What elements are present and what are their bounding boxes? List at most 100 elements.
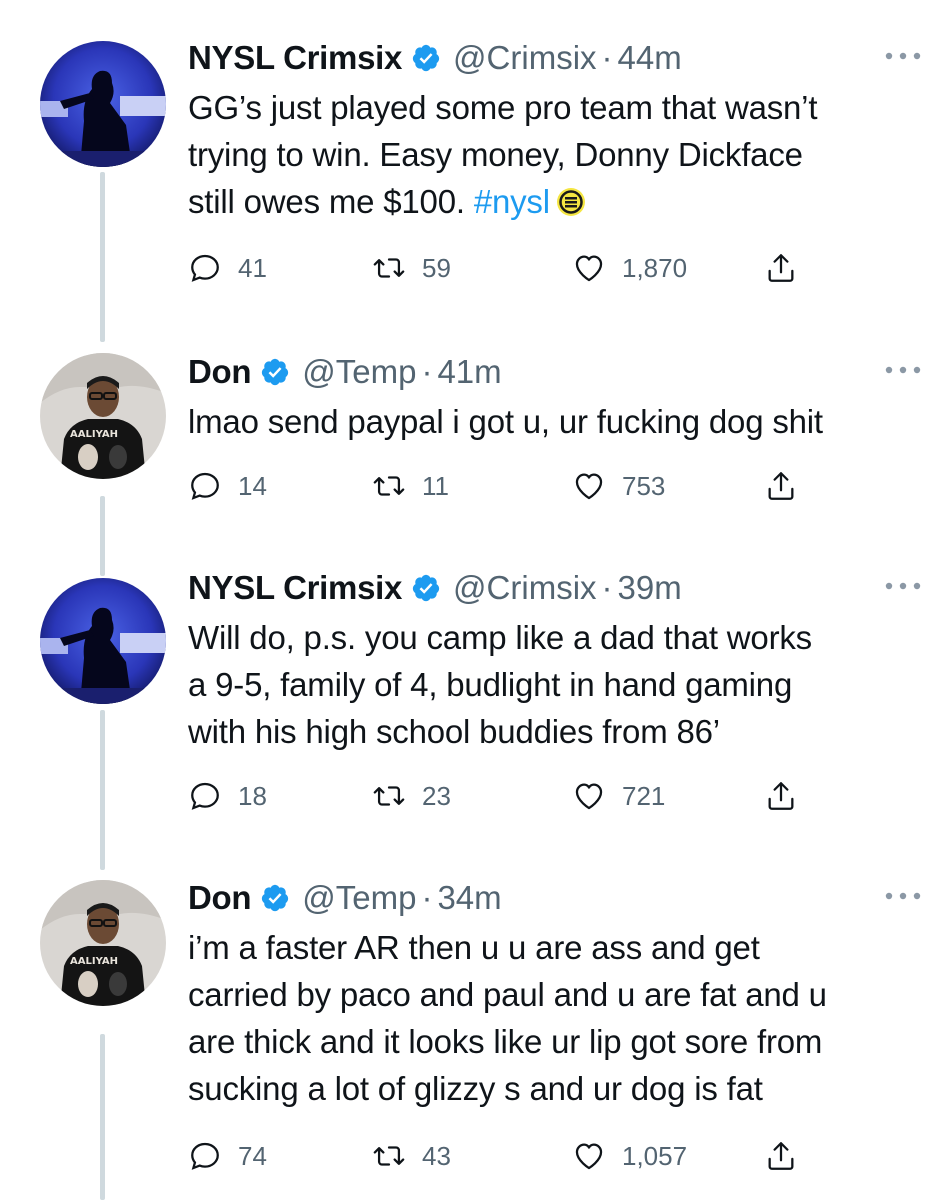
reply-count: 74 <box>238 1140 267 1171</box>
reply-button[interactable]: 18 <box>188 776 267 816</box>
timestamp[interactable]: 39m <box>618 569 682 607</box>
user-handle[interactable]: @Temp <box>302 353 416 391</box>
retweet-icon <box>372 469 406 503</box>
more-options-icon[interactable] <box>883 576 923 596</box>
reply-icon <box>188 1139 222 1173</box>
share-button[interactable] <box>764 466 798 506</box>
tweet-header: Don @Temp · 34m <box>188 874 931 922</box>
reply-count: 14 <box>238 470 267 501</box>
like-icon <box>572 779 606 813</box>
separator-dot: · <box>601 39 613 76</box>
more-options-icon[interactable] <box>883 886 923 906</box>
conversation-thread: NYSL Crimsix @Crimsix · 44m GG’s just pl… <box>0 0 951 1200</box>
tweet-text-line: Will do, p.s. you camp like a dad that w… <box>188 619 812 656</box>
tweet-actions: 14 11 753 <box>188 466 828 506</box>
retweet-button[interactable]: 43 <box>372 1136 451 1176</box>
share-icon <box>764 469 798 503</box>
tweet-header: Don @Temp · 41m <box>188 348 931 396</box>
share-button[interactable] <box>764 248 798 288</box>
tweet-text-line: trying to win. Easy money, Donny Dickfac… <box>188 136 803 173</box>
user-handle[interactable]: @Temp <box>302 879 416 917</box>
reply-count: 18 <box>238 780 267 811</box>
hashtag-link[interactable]: #nysl <box>474 183 550 220</box>
like-icon <box>572 251 606 285</box>
like-button[interactable]: 1,057 <box>572 1136 687 1176</box>
verified-badge-icon <box>260 883 290 913</box>
retweet-icon <box>372 251 406 285</box>
reply-count: 41 <box>238 252 267 283</box>
avatar[interactable]: AALIYAH <box>40 880 166 1006</box>
timestamp[interactable]: 44m <box>618 39 682 77</box>
like-count: 1,057 <box>622 1140 688 1171</box>
tweet[interactable]: AALIYAH Don @Temp · 41m lmao send paypal… <box>0 330 951 570</box>
retweet-count: 23 <box>422 780 451 811</box>
reply-button[interactable]: 74 <box>188 1136 267 1176</box>
tweet-text-line: lmao send paypal i got u, ur fucking dog… <box>188 403 823 440</box>
timestamp[interactable]: 34m <box>437 879 501 917</box>
retweet-button[interactable]: 23 <box>372 776 451 816</box>
separator-dot: · <box>421 879 433 916</box>
tweet-text: Will do, p.s. you camp like a dad that w… <box>188 614 931 755</box>
separator-dot: · <box>601 569 613 606</box>
tweet-text: GG’s just played some pro team that wasn… <box>188 84 931 225</box>
avatar[interactable]: AALIYAH <box>40 353 166 479</box>
retweet-button[interactable]: 59 <box>372 248 451 288</box>
more-options-icon[interactable] <box>883 360 923 380</box>
reply-button[interactable]: 41 <box>188 248 267 288</box>
tweet-text-line: carried by paco and paul and u are fat a… <box>188 976 827 1013</box>
retweet-icon <box>372 779 406 813</box>
user-handle[interactable]: @Crimsix <box>453 39 596 77</box>
like-button[interactable]: 721 <box>572 776 665 816</box>
user-handle[interactable]: @Crimsix <box>453 569 596 607</box>
like-button[interactable]: 1,870 <box>572 248 687 288</box>
share-icon <box>764 779 798 813</box>
tweet[interactable]: NYSL Crimsix @Crimsix · 44m GG’s just pl… <box>0 0 951 330</box>
share-button[interactable] <box>764 776 798 816</box>
retweet-count: 43 <box>422 1140 451 1171</box>
avatar[interactable] <box>40 578 166 704</box>
reply-button[interactable]: 14 <box>188 466 267 506</box>
tweet[interactable]: AALIYAH Don @Temp · 34m i’m a faster AR … <box>0 870 951 1200</box>
verified-badge-icon <box>411 43 441 73</box>
like-icon <box>572 469 606 503</box>
like-count: 1,870 <box>622 252 688 283</box>
tweet-text-line: still owes me $100. #nysl <box>188 178 931 225</box>
tweet-text-line: with his high school buddies from 86’ <box>188 713 720 750</box>
tweet-text-segment: still owes me $100. <box>188 183 474 220</box>
retweet-count: 11 <box>422 470 449 501</box>
retweet-button[interactable]: 11 <box>372 466 449 506</box>
tweet-text-line: a 9-5, family of 4, budlight in hand gam… <box>188 666 793 703</box>
verified-badge-icon <box>260 357 290 387</box>
svg-text:AALIYAH: AALIYAH <box>70 956 118 967</box>
svg-text:AALIYAH: AALIYAH <box>70 429 118 440</box>
retweet-icon <box>372 1139 406 1173</box>
tweet-actions: 41 59 1,870 <box>188 248 828 288</box>
reply-icon <box>188 469 222 503</box>
tweet-text-line: are thick and it looks like ur lip got s… <box>188 1023 823 1060</box>
share-button[interactable] <box>764 1136 798 1176</box>
display-name[interactable]: NYSL Crimsix <box>188 39 402 77</box>
tweet-actions: 74 43 1,057 <box>188 1136 828 1176</box>
retweet-count: 59 <box>422 252 451 283</box>
separator-dot: · <box>421 353 433 390</box>
reply-icon <box>188 251 222 285</box>
display-name[interactable]: NYSL Crimsix <box>188 569 402 607</box>
timestamp[interactable]: 41m <box>437 353 501 391</box>
like-button[interactable]: 753 <box>572 466 665 506</box>
display-name[interactable]: Don <box>188 353 252 391</box>
tweet-text: i’m a faster AR then u u are ass and get… <box>188 924 931 1112</box>
nysl-logo-emoji <box>556 187 586 217</box>
share-icon <box>764 251 798 285</box>
like-icon <box>572 1139 606 1173</box>
tweet-actions: 18 23 721 <box>188 776 828 816</box>
more-options-icon[interactable] <box>883 46 923 66</box>
display-name[interactable]: Don <box>188 879 252 917</box>
tweet[interactable]: NYSL Crimsix @Crimsix · 39m Will do, p.s… <box>0 569 951 870</box>
share-icon <box>764 1139 798 1173</box>
like-count: 721 <box>622 780 666 811</box>
tweet-text-line: GG’s just played some pro team that wasn… <box>188 89 818 126</box>
tweet-text: lmao send paypal i got u, ur fucking dog… <box>188 398 931 445</box>
avatar[interactable] <box>40 41 166 167</box>
tweet-text-line: i’m a faster AR then u u are ass and get <box>188 929 760 966</box>
verified-badge-icon <box>411 573 441 603</box>
